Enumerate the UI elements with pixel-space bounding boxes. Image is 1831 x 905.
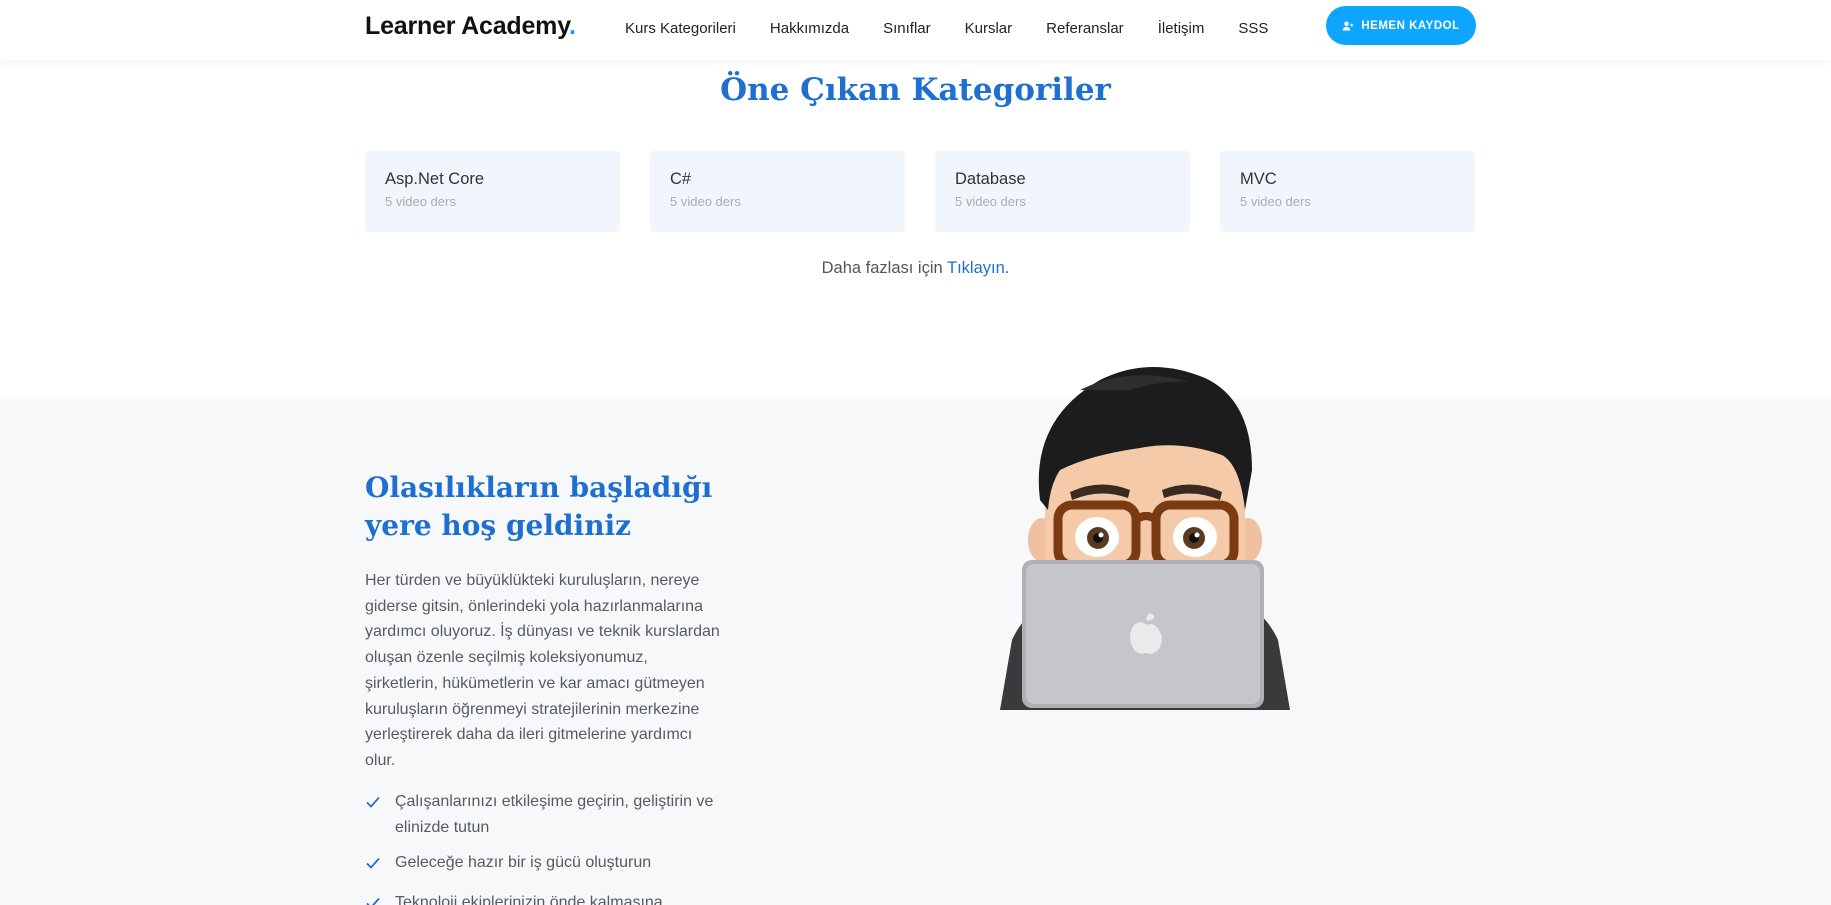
category-count: 5 video ders: [955, 194, 1026, 209]
category-name: MVC: [1240, 170, 1277, 188]
logo-text: Learner Academy: [365, 12, 570, 40]
category-count: 5 video ders: [670, 194, 741, 209]
more-prefix: Daha fazlası için: [821, 259, 947, 277]
user-plus-icon: [1343, 21, 1354, 30]
check-icon: [365, 850, 395, 880]
check-icon: [365, 789, 395, 840]
nav-item-hakkimizda[interactable]: Hakkımızda: [770, 20, 849, 37]
logo-dot: .: [569, 12, 576, 40]
category-count: 5 video ders: [1240, 194, 1311, 209]
nav-item-kurslar[interactable]: Kurslar: [965, 20, 1013, 37]
category-card-csharp[interactable]: C# 5 video ders: [650, 151, 905, 232]
list-item-text: Teknoloji ekiplerinizin önde kalmasına: [395, 894, 663, 905]
list-item: Geleceğe hazır bir iş gücü oluşturun: [365, 850, 745, 880]
main-nav: Kurs Kategorileri Hakkımızda Sınıflar Ku…: [625, 20, 1302, 37]
category-name: Database: [955, 170, 1026, 188]
signup-button-label: HEMEN KAYDOL: [1361, 19, 1460, 32]
site-header: Learner Academy. Kurs Kategorileri Hakkı…: [0, 0, 1831, 60]
more-categories-text: Daha fazlası için Tıklayın.: [0, 259, 1831, 278]
nav-item-iletisim[interactable]: İletişim: [1158, 20, 1205, 37]
list-item: Teknoloji ekiplerinizin önde kalmasına: [365, 890, 745, 905]
welcome-description: Her türden ve büyüklükteki kuruluşların,…: [365, 572, 720, 769]
category-cards: Asp.Net Core 5 video ders C# 5 video der…: [365, 151, 1475, 232]
category-card-aspnet-core[interactable]: Asp.Net Core 5 video ders: [365, 151, 620, 232]
list-item: Çalışanlarınızı etkileşime geçirin, geli…: [365, 789, 745, 840]
category-name: Asp.Net Core: [385, 170, 485, 188]
nav-item-siniflar[interactable]: Sınıflar: [883, 20, 931, 37]
nav-item-kurs-kategorileri[interactable]: Kurs Kategorileri: [625, 20, 736, 37]
memoji-laptop-illustration: [1000, 366, 1290, 710]
category-card-database[interactable]: Database 5 video ders: [935, 151, 1190, 232]
benefit-list: Çalışanlarınızı etkileşime geçirin, geli…: [365, 789, 745, 905]
welcome-title: Olasılıkların başladığı yere hoş geldini…: [365, 471, 713, 542]
list-item-text: Geleceğe hazır bir iş gücü oluşturun: [395, 854, 652, 872]
category-card-mvc[interactable]: MVC 5 video ders: [1220, 151, 1475, 232]
featured-categories-title: Öne Çıkan Kategoriler: [720, 72, 1111, 108]
category-name: C#: [670, 170, 692, 188]
nav-item-referanslar[interactable]: Referanslar: [1046, 20, 1124, 37]
more-categories-link[interactable]: Tıklayın: [947, 259, 1005, 277]
category-count: 5 video ders: [385, 194, 456, 209]
welcome-section: Olasılıkların başladığı yere hoş geldini…: [0, 399, 1831, 905]
site-logo[interactable]: Learner Academy.: [365, 12, 576, 41]
list-item-text: Çalışanlarınızı etkileşime geçirin, geli…: [395, 793, 714, 836]
nav-item-sss[interactable]: SSS: [1238, 20, 1268, 37]
check-icon: [365, 890, 395, 905]
more-suffix: .: [1004, 259, 1010, 277]
signup-button[interactable]: HEMEN KAYDOL: [1326, 6, 1476, 45]
